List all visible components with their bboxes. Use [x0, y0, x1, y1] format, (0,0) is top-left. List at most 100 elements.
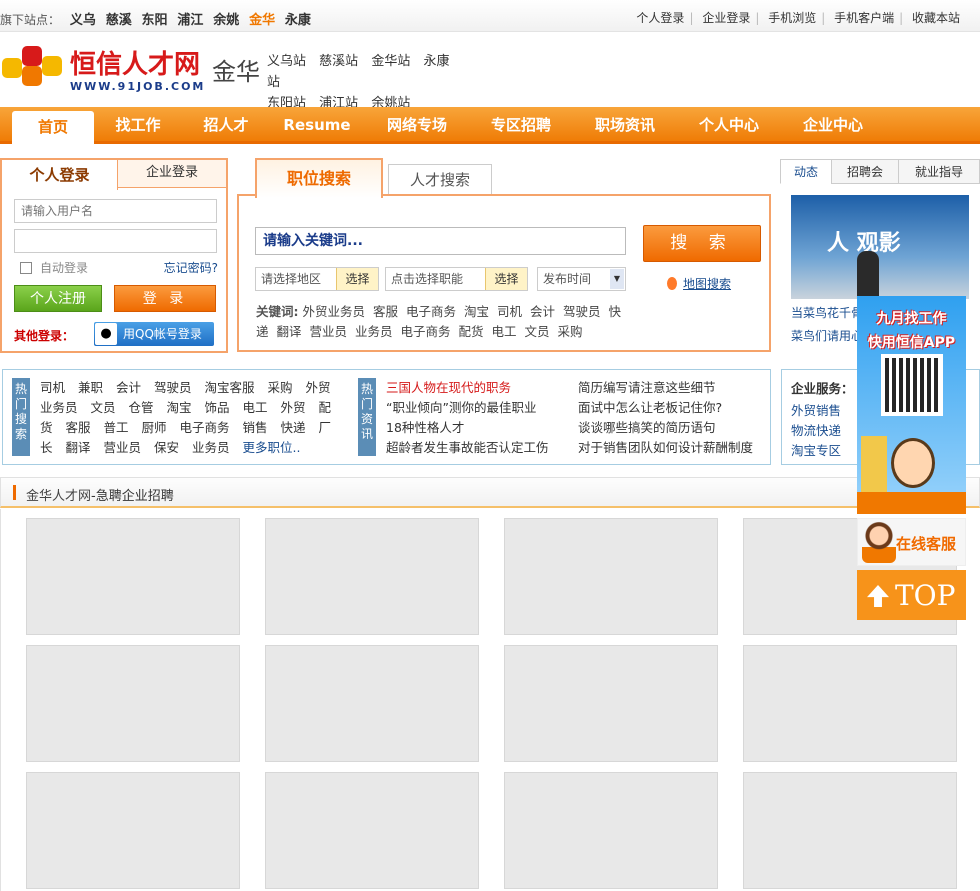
keyword-input[interactable]: 请输入关键词...	[255, 227, 626, 255]
site-link-cixi[interactable]: 慈溪	[106, 13, 132, 28]
nav-zone-recruit[interactable]: 专区招聘	[476, 107, 566, 144]
qq-login-button[interactable]: ● 用QQ帐号登录	[94, 322, 214, 346]
news-link[interactable]: 菜鸟们请用心	[791, 327, 863, 344]
login-button[interactable]: 登 录	[114, 285, 216, 312]
hot-info-link[interactable]: 超龄者发生事故能否认定工伤	[386, 438, 566, 458]
nav-resume[interactable]: Resume	[278, 107, 356, 144]
hot-job-link[interactable]: 采购	[268, 380, 293, 395]
auto-login-checkbox[interactable]: 自动登录	[20, 259, 88, 276]
hot-job-link[interactable]: 营业员	[104, 440, 142, 455]
station-link[interactable]: 义乌站	[267, 54, 306, 69]
hot-job-link[interactable]: 电子商务	[180, 420, 230, 435]
nav-company-center[interactable]: 企业中心	[788, 107, 878, 144]
function-select[interactable]: 点击选择职能 选择	[385, 267, 528, 291]
company-logo-slot[interactable]	[265, 772, 479, 889]
service-link[interactable]: 外贸销售	[791, 400, 841, 419]
hot-job-link[interactable]: 业务员	[40, 400, 78, 415]
online-service-button[interactable]: 在线客服	[857, 518, 966, 566]
hot-job-link[interactable]: 淘宝客服	[205, 380, 255, 395]
company-logo-slot[interactable]	[265, 518, 479, 635]
tab-person-login[interactable]: 个人登录	[2, 160, 118, 190]
hot-keyword[interactable]: 司机	[497, 304, 522, 319]
hot-job-link[interactable]: 饰品	[205, 400, 230, 415]
hot-keyword[interactable]: 电工	[492, 324, 517, 339]
site-link-pujiang[interactable]: 浦江	[177, 13, 203, 28]
hot-keyword[interactable]: 客服	[373, 304, 398, 319]
hot-job-link[interactable]: 普工	[104, 420, 129, 435]
nav-home[interactable]: 首页	[12, 111, 94, 147]
hot-keyword[interactable]: 外贸业务员	[302, 304, 365, 319]
company-login-link[interactable]: 企业登录	[702, 11, 750, 25]
company-logo-slot[interactable]	[26, 772, 240, 889]
mobile-client-link[interactable]: 手机客户端	[834, 11, 894, 25]
company-logo-slot[interactable]	[743, 772, 957, 889]
hot-job-link[interactable]: 外贸	[281, 400, 306, 415]
company-logo-slot[interactable]	[26, 518, 240, 635]
tab-job-fair[interactable]: 招聘会	[831, 159, 899, 184]
hot-keyword[interactable]: 翻译	[277, 324, 302, 339]
hot-job-link[interactable]: 厂	[319, 420, 332, 435]
hot-job-link[interactable]: 保安	[154, 440, 179, 455]
tab-news[interactable]: 动态	[780, 159, 832, 184]
nav-personal-center[interactable]: 个人中心	[684, 107, 774, 144]
hot-job-link[interactable]: 货	[40, 420, 53, 435]
hot-info-link[interactable]: 面试中怎么让老板记住你?	[578, 398, 768, 418]
function-choose-button[interactable]: 选择	[485, 268, 527, 290]
hot-job-link[interactable]: 兼职	[78, 380, 103, 395]
site-link-yongkang[interactable]: 永康	[285, 13, 311, 28]
hot-keyword[interactable]: 采购	[558, 324, 583, 339]
search-button[interactable]: 搜 索	[643, 225, 761, 262]
hot-info-link[interactable]: 三国人物在现代的职务	[386, 378, 566, 398]
more-jobs-link[interactable]: 更多职位..	[243, 440, 301, 455]
hot-job-link[interactable]: 快递	[281, 420, 306, 435]
tab-talent-search[interactable]: 人才搜索	[388, 164, 492, 194]
hot-info-link[interactable]: 对于销售团队如何设计薪酬制度	[578, 438, 768, 458]
app-download-banner[interactable]: 九月找工作 快用恒信APP	[857, 296, 966, 514]
company-logo-slot[interactable]	[26, 645, 240, 762]
hot-keyword[interactable]: 文员	[525, 324, 550, 339]
password-input[interactable]	[14, 229, 217, 253]
hot-keyword[interactable]: 驾驶员	[563, 304, 601, 319]
hot-job-link[interactable]: 业务员	[192, 440, 230, 455]
station-link[interactable]: 金华站	[371, 54, 410, 69]
hot-keyword[interactable]: 营业员	[310, 324, 348, 339]
person-login-link[interactable]: 个人登录	[636, 11, 684, 25]
nav-hire[interactable]: 招人才	[188, 107, 264, 144]
area-choose-button[interactable]: 选择	[336, 268, 378, 290]
site-link-yuyao[interactable]: 余姚	[213, 13, 239, 28]
hot-job-link[interactable]: 外贸	[306, 380, 331, 395]
map-search-link[interactable]: 地图搜索	[667, 275, 731, 292]
hot-job-link[interactable]: 翻译	[66, 440, 91, 455]
hot-job-link[interactable]: 电工	[243, 400, 268, 415]
site-link-dongyang[interactable]: 东阳	[142, 13, 168, 28]
news-link[interactable]: 当菜鸟花千骨	[791, 304, 863, 321]
nav-online-fair[interactable]: 网络专场	[372, 107, 462, 144]
bookmark-link[interactable]: 收藏本站	[912, 11, 960, 25]
hot-job-link[interactable]: 淘宝	[167, 400, 192, 415]
hot-job-link[interactable]: 销售	[243, 420, 268, 435]
hot-keyword[interactable]: 配货	[459, 324, 484, 339]
username-input[interactable]	[14, 199, 217, 223]
station-link[interactable]: 慈溪站	[319, 54, 358, 69]
publish-time-select[interactable]: 发布时间 ▼	[537, 267, 626, 291]
tab-company-login[interactable]: 企业登录	[118, 160, 226, 188]
company-logo-slot[interactable]	[504, 518, 718, 635]
register-button[interactable]: 个人注册	[14, 285, 102, 312]
hot-job-link[interactable]: 客服	[66, 420, 91, 435]
hot-job-link[interactable]: 仓管	[129, 400, 154, 415]
tab-career-guide[interactable]: 就业指导	[898, 159, 980, 184]
back-to-top-button[interactable]: TOP	[857, 570, 966, 620]
site-logo[interactable]: 恒信人才网 WWW.91JOB.COM	[2, 42, 206, 96]
hot-info-link[interactable]: 18种性格人才	[386, 418, 566, 438]
company-logo-slot[interactable]	[504, 645, 718, 762]
hot-job-link[interactable]: 厨师	[142, 420, 167, 435]
forgot-password-link[interactable]: 忘记密码?	[164, 259, 218, 276]
company-logo-slot[interactable]	[504, 772, 718, 889]
site-link-yiwu[interactable]: 义乌	[70, 13, 96, 28]
hot-job-link[interactable]: 司机	[40, 380, 65, 395]
area-select[interactable]: 请选择地区 选择	[255, 267, 379, 291]
nav-find-job[interactable]: 找工作	[100, 107, 176, 144]
hot-info-link[interactable]: “职业倾向”测你的最佳职业	[386, 398, 566, 418]
service-link[interactable]: 物流快递	[791, 420, 841, 439]
hot-job-link[interactable]: 长	[40, 440, 53, 455]
